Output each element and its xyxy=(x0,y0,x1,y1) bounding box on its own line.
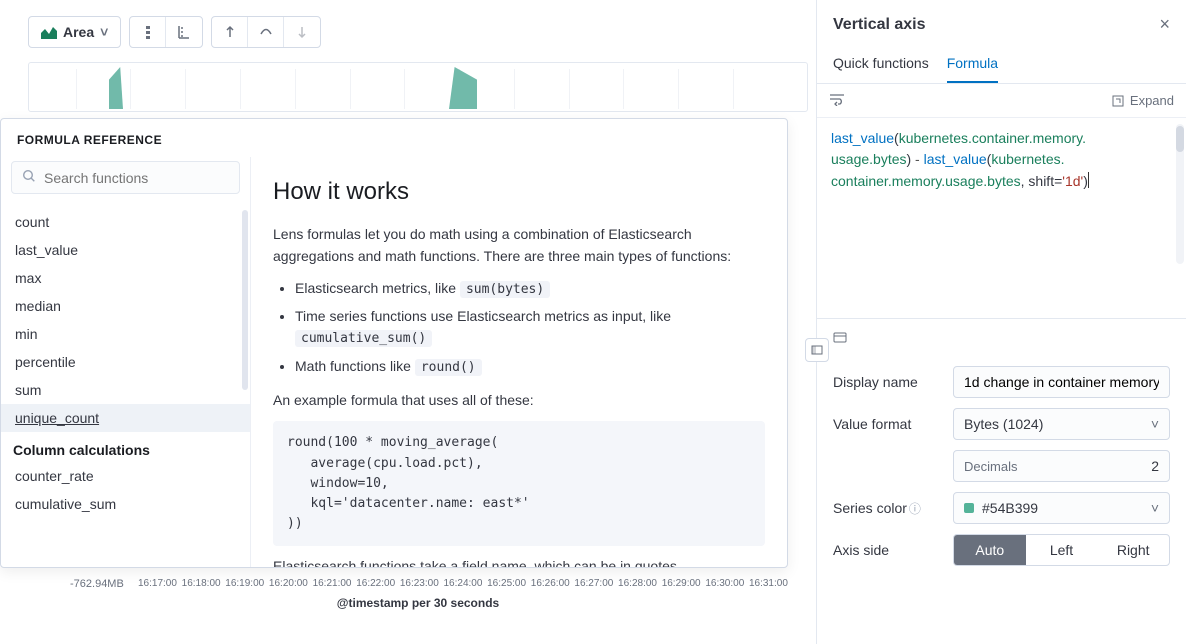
function-item-unique_count[interactable]: unique_count xyxy=(1,404,250,432)
function-search[interactable] xyxy=(11,161,240,194)
doc-example-label: An example formula that uses all of thes… xyxy=(273,390,765,412)
display-name-label: Display name xyxy=(833,374,943,390)
axis-side-auto[interactable]: Auto xyxy=(954,535,1026,565)
y-tick-label: -762.94MB xyxy=(70,578,124,590)
doc-heading: How it works xyxy=(273,173,765,210)
formula-editor[interactable]: last_value(kubernetes.container.memory.u… xyxy=(817,118,1186,318)
appearance-section-icon xyxy=(833,332,847,348)
toolbar-button-left-axis[interactable] xyxy=(212,17,248,47)
function-item-median[interactable]: median xyxy=(1,292,250,320)
decimals-value: 2 xyxy=(1151,458,1159,474)
dimension-editor-panel: Vertical axis × Quick functions Formula … xyxy=(816,0,1186,644)
chevron-down-icon: ˅ xyxy=(1151,500,1159,516)
function-item-min[interactable]: min xyxy=(1,320,250,348)
color-swatch xyxy=(964,503,974,513)
display-name-input[interactable] xyxy=(953,366,1170,398)
axis-side-label: Axis side xyxy=(833,542,943,558)
doc-code-block: round(100 * moving_average( average(cpu.… xyxy=(273,421,765,546)
chevron-down-icon: ˅ xyxy=(1151,416,1159,432)
search-icon xyxy=(22,169,36,186)
value-format-select[interactable]: Bytes (1024) ˅ xyxy=(953,408,1170,440)
function-item-cumulative_sum[interactable]: cumulative_sum xyxy=(1,490,250,518)
popover-title: FORMULA REFERENCE xyxy=(1,119,787,157)
editor-scrollbar[interactable] xyxy=(1176,124,1184,264)
x-axis-label: @timestamp per 30 seconds xyxy=(28,596,808,610)
decimals-label: Decimals xyxy=(964,459,1017,474)
doc-li-1: Elasticsearch metrics, like sum(bytes) xyxy=(295,278,765,300)
axis-side-segmented[interactable]: AutoLeftRight xyxy=(953,534,1170,566)
doc-li-3: Math functions like round() xyxy=(295,356,765,378)
expand-editor-button[interactable]: Expand xyxy=(1112,93,1174,108)
close-icon[interactable]: × xyxy=(1159,14,1170,35)
function-item-percentile[interactable]: percentile xyxy=(1,348,250,376)
tab-quick-functions[interactable]: Quick functions xyxy=(833,49,929,83)
scrollbar[interactable] xyxy=(242,210,248,390)
visualization-type-selector[interactable]: Area ˅ xyxy=(28,16,121,48)
function-item-max[interactable]: max xyxy=(1,264,250,292)
function-item-sum[interactable]: sum xyxy=(1,376,250,404)
toolbar-button-bottom-axis[interactable] xyxy=(248,17,284,47)
decimals-field[interactable]: Decimals 2 xyxy=(953,450,1170,482)
toolbar-button-legend[interactable] xyxy=(130,17,166,47)
function-item-counter_rate[interactable]: counter_rate xyxy=(1,462,250,490)
axis-side-right[interactable]: Right xyxy=(1097,535,1169,565)
chart-preview xyxy=(28,62,808,112)
function-search-input[interactable] xyxy=(44,170,229,186)
series-color-label: Series colorⓘ xyxy=(833,500,943,517)
function-documentation: How it works Lens formulas let you do ma… xyxy=(251,157,787,567)
viz-label: Area xyxy=(63,24,94,40)
formula-reference-popover: FORMULA REFERENCE countlast_valuemaxmedi… xyxy=(0,118,788,568)
doc-li-2: Time series functions use Elasticsearch … xyxy=(295,306,765,350)
function-list[interactable]: countlast_valuemaxmedianminpercentilesum… xyxy=(1,202,250,567)
function-section-heading: Column calculations xyxy=(1,432,250,462)
value-format-label: Value format xyxy=(833,416,943,432)
series-color-select[interactable]: #54B399 ˅ xyxy=(953,492,1170,524)
function-item-last_value[interactable]: last_value xyxy=(1,236,250,264)
toolbar-button-right-axis[interactable] xyxy=(284,17,320,47)
toolbar-button-axes[interactable] xyxy=(166,17,202,47)
panel-title: Vertical axis xyxy=(833,16,926,34)
tab-formula[interactable]: Formula xyxy=(947,49,998,83)
info-icon: ⓘ xyxy=(909,502,921,516)
doc-intro: Lens formulas let you do math using a co… xyxy=(273,224,765,267)
function-item-count[interactable]: count xyxy=(1,208,250,236)
collapse-flyout-icon[interactable] xyxy=(805,338,829,362)
word-wrap-icon[interactable] xyxy=(829,92,845,109)
chevron-down-icon: ˅ xyxy=(100,24,108,40)
axis-side-left[interactable]: Left xyxy=(1026,535,1098,565)
doc-p3: Elasticsearch functions take a field nam… xyxy=(273,556,765,567)
x-tick-labels: 16:17:0016:18:0016:19:0016:20:0016:21:00… xyxy=(138,578,788,589)
area-chart-icon xyxy=(41,25,57,39)
